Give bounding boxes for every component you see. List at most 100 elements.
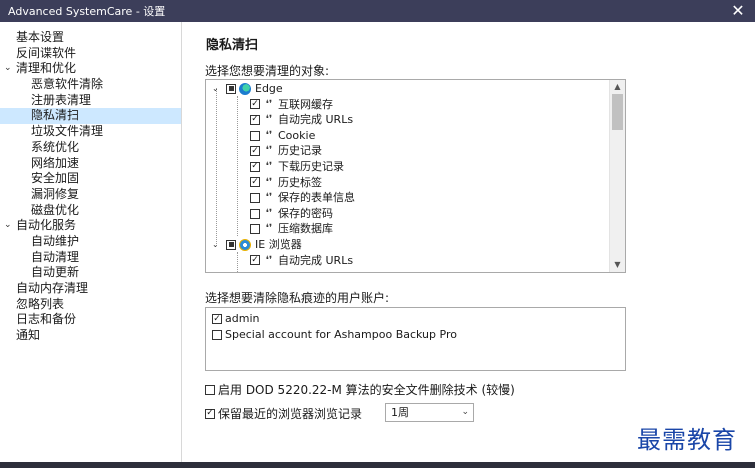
keep-history-option[interactable]: ✓ 保留最近的浏览器浏览记录 (205, 405, 362, 422)
chevron-down-icon[interactable]: ⌄ (4, 218, 12, 234)
sidebar-item[interactable]: 磁盘优化 (0, 203, 181, 219)
tree-connector (237, 252, 238, 272)
tree-browser-node[interactable]: ⌄ IE 浏览器 (212, 237, 302, 253)
sidebar-item[interactable]: 恶意软件清除 (0, 77, 181, 93)
tree-item[interactable]: ✓ ❛❜ 自动完成 URLs (250, 112, 353, 128)
user-account-item[interactable]: ✓ admin (212, 311, 259, 327)
tree-item[interactable]: ✓ ❛❜ 互联网缓存 (250, 97, 333, 113)
tree-item[interactable]: ❛❜ 保存的密码 (250, 206, 333, 222)
sidebar-item[interactable]: 垃圾文件清理 (0, 124, 181, 140)
tree-item[interactable]: ❛❜ Cookie (250, 128, 315, 144)
sidebar-item-label: 清理和优化 (16, 61, 77, 76)
footprint-icon: ❛❜ (265, 145, 273, 157)
sidebar-item-label: 漏洞修复 (31, 186, 80, 201)
tree-item[interactable]: ✓ ❛❜ 下载历史记录 (250, 159, 344, 175)
footprint-icon: ❛❜ (265, 114, 273, 126)
close-icon[interactable]: ✕ (729, 2, 747, 20)
tree-browser-node[interactable]: ⌄ Edge (212, 81, 283, 97)
sidebar-item-label: 系统优化 (31, 139, 80, 154)
keep-history-label: 保留最近的浏览器浏览记录 (218, 407, 363, 421)
scroll-down-icon[interactable]: ▼ (610, 258, 625, 272)
settings-sidebar: 基本设置 反间谍软件 ⌄ 清理和优化 恶意软件清除 注册表清理 隐私清扫 垃圾文件清理 系统优化… (0, 22, 182, 462)
sidebar-item[interactable]: 自动更新 (0, 265, 181, 281)
tree-checkbox[interactable]: ✓ (250, 114, 260, 125)
tree-checkbox[interactable] (250, 224, 260, 235)
sidebar-item-label: 自动更新 (31, 265, 80, 280)
keep-history-period-value: 1周 (391, 406, 409, 419)
tree-checkbox[interactable]: ✓ (250, 255, 260, 266)
tree-checkbox[interactable] (226, 83, 236, 94)
user-accounts-list: ✓ admin Special account for Ashampoo Backu… (205, 307, 626, 371)
sidebar-item[interactable]: 自动清理 (0, 250, 181, 266)
sidebar-item[interactable]: ⌄ 自动化服务 (0, 218, 181, 234)
footprint-icon: ❛❜ (265, 98, 273, 110)
tree-checkbox[interactable] (250, 130, 260, 141)
sidebar-item[interactable]: 日志和备份 (0, 312, 181, 328)
tree-item-label: Edge (255, 82, 283, 95)
tree-checkbox[interactable]: ✓ (250, 177, 260, 188)
tree-connector (237, 96, 238, 236)
sidebar-item[interactable]: 通知 (0, 328, 181, 344)
sidebar-item[interactable]: 基本设置 (0, 30, 181, 46)
sidebar-item[interactable]: 自动内存清理 (0, 281, 181, 297)
user-account-label: Special account for Ashampoo Backup Pro (225, 328, 457, 341)
sidebar-item-label: 隐私清扫 (31, 108, 80, 123)
tree-checkbox[interactable] (250, 208, 260, 219)
accounts-label: 选择想要清除隐私痕迹的用户账户: (205, 291, 390, 305)
tree-item[interactable]: ❛❜ 压缩数据库 (250, 221, 333, 237)
tree-checkbox[interactable]: ✓ (250, 146, 260, 157)
chevron-down-icon[interactable]: ⌄ (212, 84, 221, 93)
tree-item-label: 自动完成 URLs (278, 113, 354, 127)
tree-checkbox[interactable]: ✓ (250, 99, 260, 110)
sidebar-item[interactable]: ⌄ 清理和优化 (0, 61, 181, 77)
chevron-down-icon[interactable]: ⌄ (4, 61, 12, 77)
objects-label: 选择您想要清理的对象: (205, 64, 330, 78)
edge-icon (239, 82, 251, 95)
user-account-item[interactable]: Special account for Ashampoo Backup Pro (212, 327, 457, 343)
tree-checkbox[interactable]: ✓ (250, 161, 260, 172)
tree-checkbox[interactable] (226, 239, 236, 250)
footprint-icon: ❛❜ (265, 129, 273, 141)
dod-checkbox[interactable] (205, 384, 215, 395)
tree-connector (216, 88, 217, 244)
tree-item-label: 保存的表单信息 (278, 191, 355, 205)
dod-option[interactable]: 启用 DOD 5220.22-M 算法的安全文件删除技术 (较慢) (205, 381, 515, 398)
sidebar-item-label: 忽略列表 (16, 296, 65, 311)
clean-objects-tree[interactable]: ▲ ▼ ⌄ Edge ✓ ❛❜ 互联网缓存 ✓ ❛❜ 自动完成 URLs ❛❜ Cookie ✓ ❛❜… (205, 79, 626, 273)
sidebar-item[interactable]: 漏洞修复 (0, 187, 181, 203)
chevron-down-icon[interactable]: ⌄ (212, 240, 221, 249)
page-title: 隐私清扫 (206, 38, 259, 53)
sidebar-item[interactable]: 系统优化 (0, 140, 181, 156)
sidebar-item-label: 磁盘优化 (31, 202, 80, 217)
dod-option-label: 启用 DOD 5220.22-M 算法的安全文件删除技术 (较慢) (218, 383, 515, 397)
sidebar-item[interactable]: 安全加固 (0, 171, 181, 187)
scroll-thumb[interactable] (612, 94, 623, 130)
sidebar-item[interactable]: 隐私清扫 (0, 108, 181, 125)
sidebar-item[interactable]: 反间谍软件 (0, 46, 181, 62)
sidebar-item-label: 垃圾文件清理 (31, 124, 104, 139)
sidebar-item[interactable]: 忽略列表 (0, 297, 181, 313)
sidebar-item[interactable]: 注册表清理 (0, 93, 181, 109)
tree-checkbox[interactable] (250, 192, 260, 203)
tree-scrollbar[interactable]: ▲ ▼ (609, 80, 625, 272)
footprint-icon: ❛❜ (265, 176, 273, 188)
watermark: 最需教育 (637, 426, 737, 454)
ie-icon (239, 238, 251, 251)
scroll-up-icon[interactable]: ▲ (610, 80, 625, 94)
tree-item-label: Cookie (278, 128, 316, 142)
sidebar-item-label: 自动维护 (31, 233, 80, 248)
sidebar-item[interactable]: 网络加速 (0, 156, 181, 172)
tree-item[interactable]: ✓ ❛❜ 历史记录 (250, 143, 322, 159)
footprint-icon: ❛❜ (265, 254, 273, 266)
user-account-checkbox[interactable]: ✓ (212, 314, 222, 324)
privacy-sweep-panel: 隐私清扫 选择您想要清理的对象: ▲ ▼ ⌄ Edge ✓ ❛❜ 互联网缓存 ✓ ❛❜ 自动完… (183, 22, 755, 462)
user-account-checkbox[interactable] (212, 330, 222, 340)
sidebar-item-label: 基本设置 (16, 30, 65, 44)
tree-item[interactable]: ✓ ❛❜ 历史标签 (250, 175, 322, 191)
keep-history-checkbox[interactable]: ✓ (205, 408, 215, 419)
tree-item-label: 互联网缓存 (278, 97, 333, 111)
keep-history-period-select[interactable]: 1周 ⌄ (385, 403, 474, 422)
sidebar-item[interactable]: 自动维护 (0, 234, 181, 250)
tree-item[interactable]: ✓ ❛❜ 自动完成 URLs (250, 253, 353, 269)
tree-item[interactable]: ❛❜ 保存的表单信息 (250, 190, 355, 206)
